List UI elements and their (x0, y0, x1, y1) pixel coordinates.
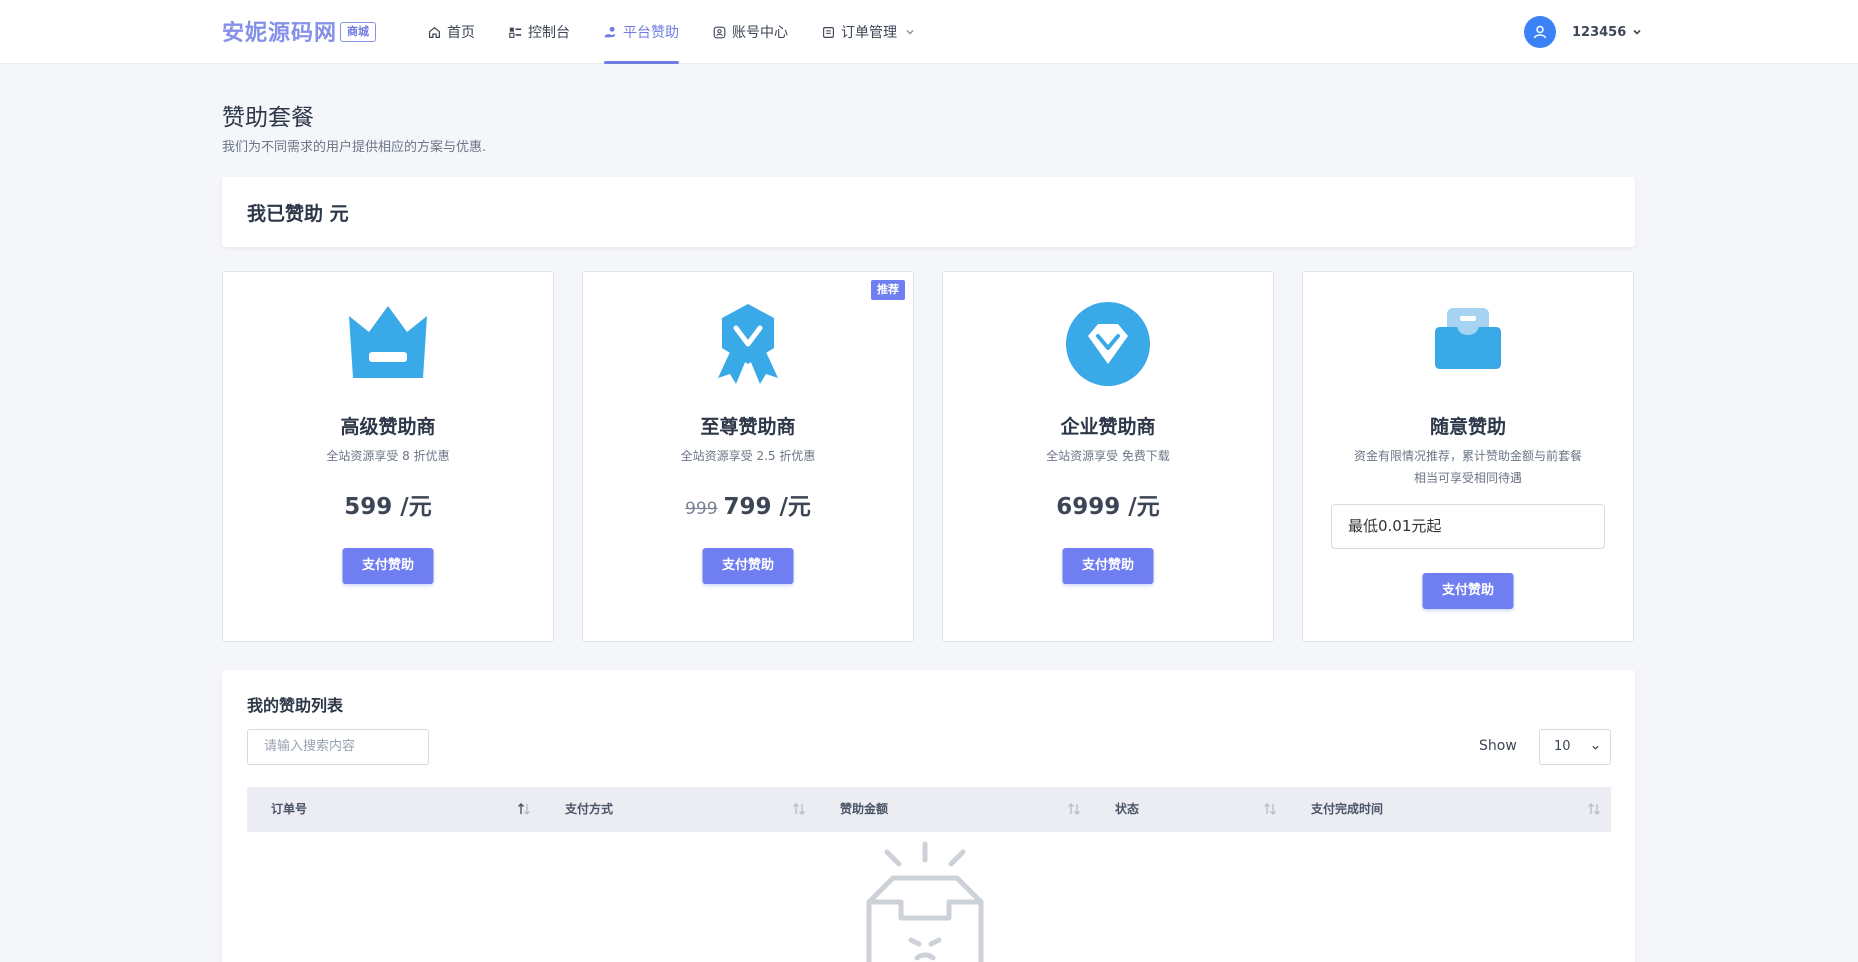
plan-old-price: 999 (685, 499, 718, 519)
user-icon (1533, 25, 1547, 39)
empty-inbox-icon (866, 841, 984, 962)
recommend-badge: 推荐 (871, 280, 905, 300)
nav-item-home[interactable]: 首页 (428, 0, 475, 64)
sort-icon (1068, 803, 1080, 815)
plan-name: 至尊赞助商 (700, 416, 796, 438)
nav-item-label: 账号中心 (732, 25, 788, 41)
page-size-value: 10 (1554, 739, 1571, 754)
wallet-icon (1435, 308, 1501, 369)
column-header-completed-time[interactable]: 支付完成时间 (1287, 787, 1611, 832)
avatar[interactable] (1524, 16, 1556, 48)
dashboard-icon (509, 27, 522, 38)
plan-price: 999 799 /元 (583, 487, 913, 521)
column-header-label: 赞助金额 (840, 802, 889, 816)
medal-icon (718, 304, 778, 384)
nav-item-label: 订单管理 (841, 25, 897, 41)
show-label: Show (1479, 738, 1517, 754)
plan-price-value: 599 /元 (344, 494, 432, 520)
page-subtitle: 我们为不同需求的用户提供相应的方案与优惠. (222, 140, 487, 155)
sponsor-list-title: 我的赞助列表 (247, 696, 344, 715)
sort-icon (1588, 803, 1600, 815)
page-title: 赞助套餐 (222, 105, 314, 131)
plan-name: 企业赞助商 (1060, 416, 1156, 438)
user-menu[interactable]: 123456 (1524, 16, 1642, 48)
username[interactable]: 123456 (1572, 25, 1626, 40)
plan-card-premium: 高级赞助商 全站资源享受 8 折优惠 599 /元 支付赞助 (222, 271, 554, 642)
plan-desc: 全站资源享受 免费下载 (1046, 449, 1170, 463)
chevron-down-icon (1592, 745, 1599, 750)
sort-icon (793, 803, 805, 815)
column-header-label: 状态 (1115, 802, 1140, 816)
plan-card-supreme: 推荐 至尊赞助商 全站资源享受 2.5 折优惠 999 799 /元 支付赞助 (582, 271, 914, 642)
top-navbar: 安妮源码网 商城 首页 控制台 平台赞助 账号中心 订单管理 123456 (0, 0, 1858, 64)
plan-name: 随意赞助 (1429, 416, 1506, 438)
order-icon (823, 26, 834, 38)
hand-coin-icon (604, 26, 616, 37)
search-input[interactable]: 请输入搜索内容 (247, 729, 429, 765)
plan-price: 599 /元 (223, 487, 553, 521)
diamond-icon (1066, 302, 1150, 386)
main-nav: 首页 控制台 平台赞助 账号中心 订单管理 (428, 0, 949, 64)
column-header-label: 支付完成时间 (1311, 802, 1384, 816)
plan-name: 高级赞助商 (340, 416, 436, 438)
nav-item-label: 首页 (447, 25, 475, 41)
nav-item-dashboard[interactable]: 控制台 (509, 0, 570, 64)
column-header-payment-method[interactable]: 支付方式 (541, 787, 816, 832)
user-circle-icon (713, 26, 726, 38)
table-header: 订单号 支付方式 赞助金额 状态 支付完成时间 (247, 787, 1611, 832)
chevron-down-icon (1633, 29, 1641, 35)
column-header-amount[interactable]: 赞助金额 (816, 787, 1091, 832)
brand-logo[interactable]: 安妮源码网 (222, 15, 337, 47)
plan-desc: 全站资源享受 2.5 折优惠 (680, 449, 816, 463)
home-icon (429, 26, 440, 38)
amount-input[interactable]: 最低0.01元起 (1331, 504, 1605, 549)
pay-sponsor-button[interactable]: 支付赞助 (1062, 548, 1154, 584)
nav-item-orders[interactable]: 订单管理 (822, 0, 915, 64)
sponsored-total-label: 我已赞助 元 (247, 203, 349, 225)
sponsor-list-panel: 我的赞助列表 请输入搜索内容 Show 10 订单号 支付方式 赞助金额 状态 … (222, 670, 1635, 962)
column-header-order-no[interactable]: 订单号 (247, 787, 541, 832)
pay-sponsor-button[interactable]: 支付赞助 (1422, 573, 1514, 609)
plan-card-enterprise: 企业赞助商 全站资源享受 免费下载 6999 /元 支付赞助 (942, 271, 1274, 642)
pay-sponsor-button[interactable]: 支付赞助 (702, 548, 794, 584)
nav-item-label: 控制台 (528, 25, 570, 41)
plan-desc: 全站资源享受 8 折优惠 (326, 449, 450, 463)
sponsored-total-panel: 我已赞助 元 (222, 177, 1635, 247)
sort-asc-icon (518, 803, 530, 815)
nav-item-sponsor[interactable]: 平台赞助 (604, 0, 679, 64)
page-size-select[interactable]: 10 (1539, 729, 1611, 765)
plan-price-value: 799 /元 (723, 494, 811, 520)
plan-desc: 资金有限情况推荐，累计赞助金额与前套餐相当可享受相同待遇 (1353, 449, 1582, 485)
column-header-label: 订单号 (271, 802, 308, 816)
nav-item-label: 平台赞助 (623, 25, 679, 41)
column-header-status[interactable]: 状态 (1091, 787, 1287, 832)
pay-sponsor-button[interactable]: 支付赞助 (342, 548, 434, 584)
brand-badge: 商城 (340, 22, 376, 42)
plan-price: 6999 /元 (943, 487, 1273, 521)
nav-item-account[interactable]: 账号中心 (713, 0, 788, 64)
plan-card-custom: 随意赞助 资金有限情况推荐，累计赞助金额与前套餐相当可享受相同待遇 最低0.01… (1302, 271, 1634, 642)
crown-icon (349, 306, 427, 378)
plan-price-value: 6999 /元 (1056, 494, 1160, 520)
sort-icon (1264, 803, 1276, 815)
chevron-down-icon (906, 30, 914, 35)
column-header-label: 支付方式 (565, 802, 614, 816)
